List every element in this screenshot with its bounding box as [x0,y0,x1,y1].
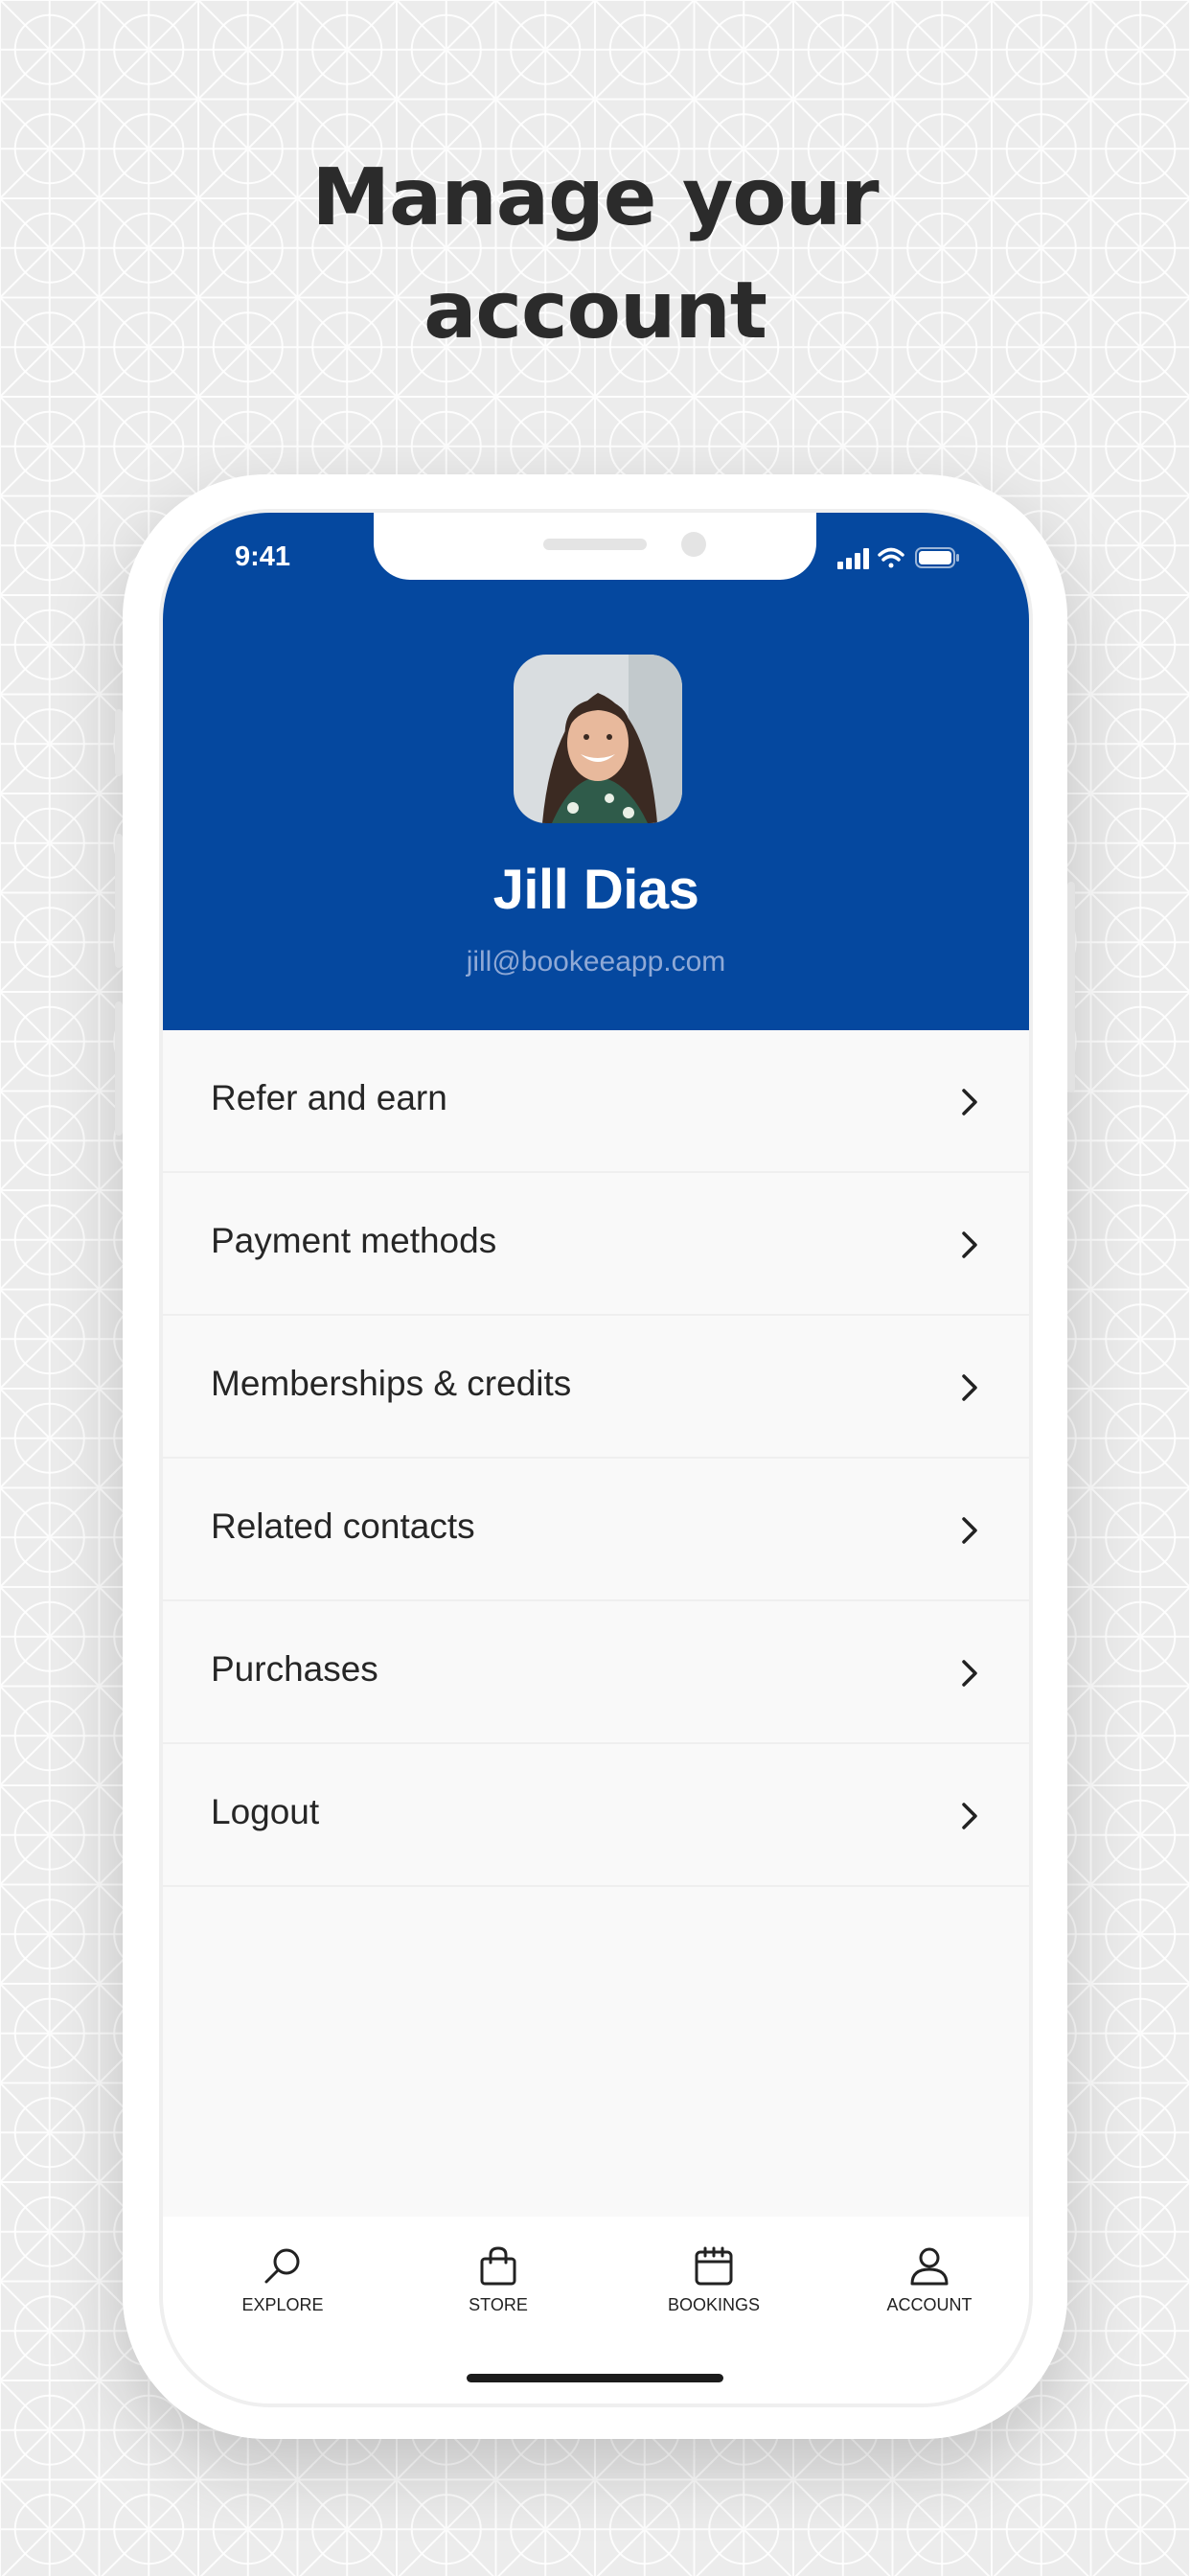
promo-headline: Manage your account [0,142,1190,368]
tab-explore[interactable]: EXPLORE [206,2245,359,2322]
avatar[interactable] [514,655,682,823]
chevron-right-icon [962,1803,977,1829]
status-icons [837,547,959,569]
status-time: 9:41 [235,541,291,572]
shopping-bag-icon [480,2246,516,2286]
user-icon [910,2247,949,2286]
menu-item-purchases[interactable]: Purchases [163,1601,1029,1744]
phone-speaker [543,539,647,550]
account-menu: Refer and earn Payment methods Membershi… [163,1030,1029,1887]
menu-item-payment-methods[interactable]: Payment methods [163,1173,1029,1316]
chevron-right-icon [962,1231,977,1258]
chevron-right-icon [962,1374,977,1401]
menu-item-label: Refer and earn [211,1078,447,1117]
chevron-right-icon [962,1517,977,1544]
menu-item-refer-and-earn[interactable]: Refer and earn [163,1030,1029,1173]
chevron-right-icon [962,1089,977,1116]
phone-volume-up-button [115,834,123,968]
menu-item-label: Purchases [211,1649,378,1689]
chevron-right-icon [962,1660,977,1687]
home-indicator[interactable] [467,2374,723,2382]
search-icon [264,2248,300,2284]
phone-power-button [1067,882,1075,1092]
menu-item-label: Payment methods [211,1221,497,1260]
profile-name: Jill Dias [492,859,699,921]
front-camera [681,532,706,557]
tab-label: STORE [469,2295,528,2314]
menu-item-label: Logout [211,1792,320,1831]
tab-account[interactable]: ACCOUNT [853,2245,1006,2322]
headline-line-1: Manage your [311,152,879,243]
cellular-signal-icon [837,548,869,569]
battery-icon [915,547,959,568]
wifi-icon [878,547,904,568]
phone-side-button [115,709,123,776]
tab-label: BOOKINGS [667,2295,761,2314]
menu-item-label: Memberships & credits [211,1364,572,1403]
profile-header: 9:41 Jill Dias jill@bookeeapp.com [163,513,1029,1030]
phone-screen: 9:41 Jill Dias jill@bookeeapp.com Refer … [163,513,1029,2404]
menu-item-logout[interactable]: Logout [163,1744,1029,1887]
menu-item-memberships-credits[interactable]: Memberships & credits [163,1316,1029,1459]
headline-line-2: account [423,265,767,356]
phone-volume-down-button [115,1001,123,1136]
tab-label: EXPLORE [241,2295,324,2314]
profile-email: jill@bookeeapp.com [466,946,726,978]
tab-store[interactable]: STORE [422,2245,575,2322]
avatar-photo [514,655,682,823]
tab-label: ACCOUNT [886,2295,973,2314]
menu-item-related-contacts[interactable]: Related contacts [163,1459,1029,1601]
calendar-icon [695,2246,733,2286]
menu-item-label: Related contacts [211,1506,475,1546]
tab-bookings[interactable]: BOOKINGS [637,2245,790,2322]
